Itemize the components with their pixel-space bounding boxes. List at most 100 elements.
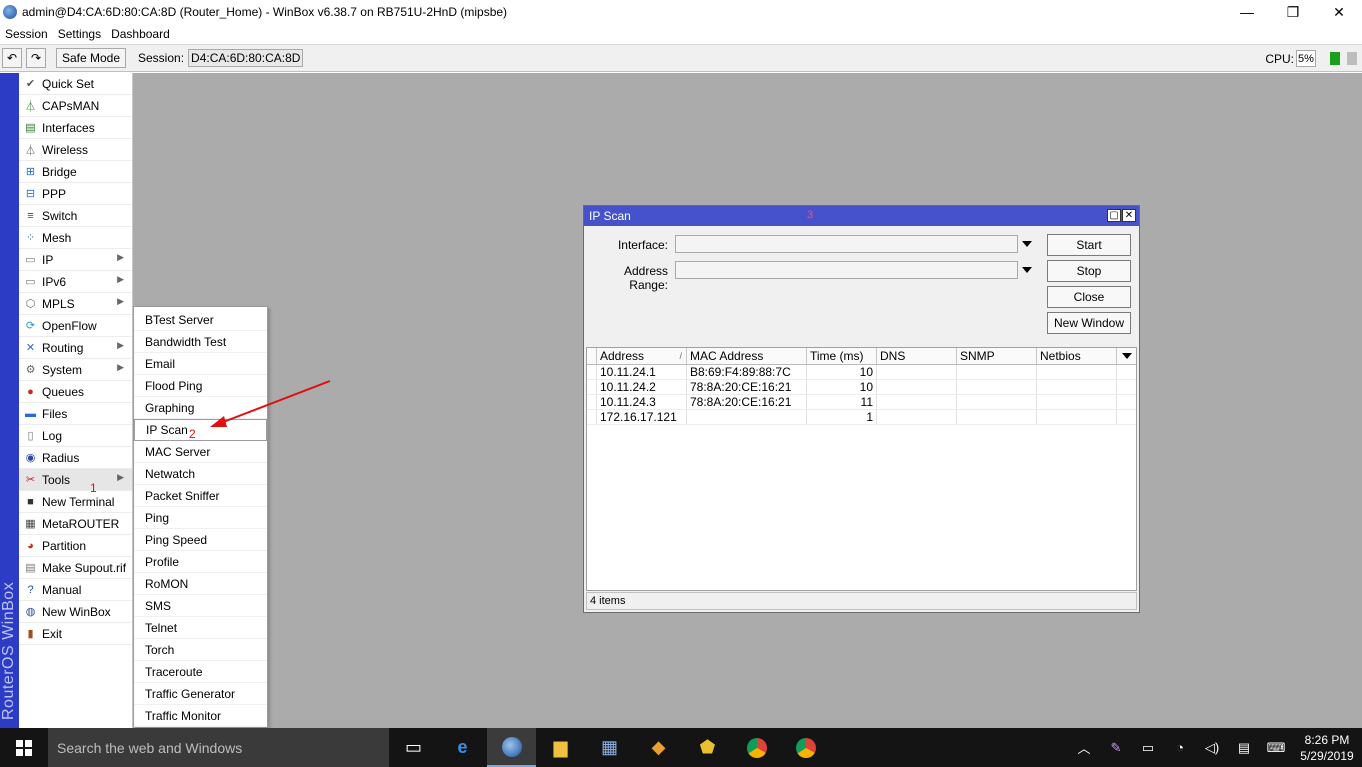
table-row[interactable]: 172.16.17.121 1: [587, 410, 1136, 425]
interface-select[interactable]: [675, 235, 1018, 253]
tools-menu-item-profile[interactable]: Profile: [134, 551, 267, 573]
volume-icon[interactable]: ◁): [1196, 740, 1228, 756]
sidebar-item-mpls[interactable]: ⬡ MPLS ▶: [19, 293, 132, 315]
wifi-icon[interactable]: ◔: [1164, 740, 1196, 755]
address-range-dropdown-icon[interactable]: [1022, 267, 1032, 273]
sidebar-item-exit[interactable]: ▮ Exit: [19, 623, 132, 645]
sidebar-item-metarouter[interactable]: ▦ MetaROUTER: [19, 513, 132, 535]
network-app-icon[interactable]: ▦: [585, 728, 634, 767]
sidebar-item-new-winbox[interactable]: ◍ New WinBox: [19, 601, 132, 623]
sidebar-item-partition[interactable]: ◕ Partition: [19, 535, 132, 557]
ip-scan-maximize-button[interactable]: ▢: [1107, 209, 1121, 222]
tools-menu-item-torch[interactable]: Torch: [134, 639, 267, 661]
tools-menu-item-romon[interactable]: RoMON: [134, 573, 267, 595]
new-window-button[interactable]: New Window: [1047, 312, 1131, 334]
menu-dashboard[interactable]: Dashboard: [106, 27, 175, 41]
sidebar-item-quick-set[interactable]: ✔ Quick Set: [19, 73, 132, 95]
file-explorer-icon[interactable]: ▆: [536, 728, 585, 767]
safe-mode-button[interactable]: Safe Mode: [56, 48, 126, 68]
notification-icon[interactable]: ▤: [1228, 740, 1260, 756]
sidebar-item-queues[interactable]: ● Queues: [19, 381, 132, 403]
sidebar-item-wireless[interactable]: ⏃ Wireless: [19, 139, 132, 161]
redo-button[interactable]: ↷: [26, 48, 46, 68]
col-address[interactable]: Address /: [597, 348, 687, 364]
table-row[interactable]: 10.11.24.3 78:8A:20:CE:16:21 11: [587, 395, 1136, 410]
tools-menu-item-sms[interactable]: SMS: [134, 595, 267, 617]
notes-app-icon[interactable]: ◆: [634, 728, 683, 767]
battery-icon[interactable]: ▭: [1132, 740, 1164, 756]
sidebar-item-bridge[interactable]: ⊞ Bridge: [19, 161, 132, 183]
brand-strip: RouterOS WinBox: [0, 73, 19, 728]
chevron-up-icon[interactable]: ︿: [1068, 738, 1100, 757]
pentagon-app-icon[interactable]: ⬟: [683, 728, 732, 767]
sidebar-item-label: Mesh: [42, 230, 72, 245]
sidebar-item-switch[interactable]: ≡ Switch: [19, 205, 132, 227]
sidebar-item-tools[interactable]: ✂ Tools ▶: [19, 469, 132, 491]
session-field[interactable]: D4:CA:6D:80:CA:8D: [188, 49, 304, 67]
sidebar-item-openflow[interactable]: ⟳ OpenFlow: [19, 315, 132, 337]
sidebar-item-radius[interactable]: ◉ Radius: [19, 447, 132, 469]
sidebar-item-routing[interactable]: ✕ Routing ▶: [19, 337, 132, 359]
col-mac-address[interactable]: MAC Address: [687, 348, 807, 364]
keyboard-icon[interactable]: ⌨: [1260, 740, 1292, 756]
menu-session[interactable]: Session: [0, 27, 53, 41]
pen-icon[interactable]: ✎: [1100, 740, 1132, 756]
col-dns[interactable]: DNS: [877, 348, 957, 364]
address-range-input[interactable]: [675, 261, 1018, 279]
col-time[interactable]: Time (ms): [807, 348, 877, 364]
sidebar-item-make-supout-rif[interactable]: ▤ Make Supout.rif: [19, 557, 132, 579]
tools-menu-item-traffic-monitor[interactable]: Traffic Monitor: [134, 705, 267, 727]
menu-settings[interactable]: Settings: [53, 27, 106, 41]
sidebar-item-ip[interactable]: ▭ IP ▶: [19, 249, 132, 271]
stop-button[interactable]: Stop: [1047, 260, 1131, 282]
sidebar-item-new-terminal[interactable]: ■ New Terminal: [19, 491, 132, 513]
maximize-button[interactable]: ❐: [1270, 0, 1316, 24]
clock[interactable]: 8:26 PM 5/29/2019: [1292, 732, 1362, 764]
sidebar-item-files[interactable]: ▬ Files: [19, 403, 132, 425]
table-row[interactable]: 10.11.24.2 78:8A:20:CE:16:21 10: [587, 380, 1136, 395]
minimize-button[interactable]: —: [1224, 0, 1270, 24]
col-netbios[interactable]: Netbios: [1037, 348, 1117, 364]
ip-scan-close-button[interactable]: ✕: [1122, 209, 1136, 222]
chrome-icon[interactable]: [732, 728, 781, 767]
edge-icon[interactable]: e: [438, 728, 487, 767]
interface-dropdown-icon[interactable]: [1022, 241, 1032, 247]
sidebar-item-ipv6[interactable]: ▭ IPv6 ▶: [19, 271, 132, 293]
task-view-icon[interactable]: ▭: [389, 728, 438, 767]
close-scan-button[interactable]: Close: [1047, 286, 1131, 308]
tools-menu-item-netwatch[interactable]: Netwatch: [134, 463, 267, 485]
sidebar-item-mesh[interactable]: ⁘ Mesh: [19, 227, 132, 249]
close-button[interactable]: ✕: [1316, 0, 1362, 24]
sidebar-item-capsman[interactable]: ⏃ CAPsMAN: [19, 95, 132, 117]
sidebar-item-log[interactable]: ▯ Log: [19, 425, 132, 447]
taskbar-search[interactable]: Search the web and Windows: [48, 728, 389, 767]
sidebar-item-system[interactable]: ⚙ System ▶: [19, 359, 132, 381]
sidebar-item-manual[interactable]: ? Manual: [19, 579, 132, 601]
start-button[interactable]: Start: [1047, 234, 1131, 256]
tools-menu-item-btest-server[interactable]: BTest Server: [134, 309, 267, 331]
sidebar-item-ppp[interactable]: ⊟ PPP: [19, 183, 132, 205]
sidebar-item-interfaces[interactable]: ▤ Interfaces: [19, 117, 132, 139]
ip-scan-titlebar[interactable]: IP Scan 3 ▢ ✕: [584, 206, 1139, 226]
row-selector: [587, 380, 597, 394]
files-icon: ▬: [25, 407, 36, 420]
table-body: 10.11.24.1 B8:69:F4:89:88:7C 10 10.11.24.2 7…: [587, 365, 1136, 425]
tools-menu-item-traceroute[interactable]: Traceroute: [134, 661, 267, 683]
undo-button[interactable]: ↶: [2, 48, 22, 68]
tools-menu-item-email[interactable]: Email: [134, 353, 267, 375]
column-menu-button[interactable]: [1117, 348, 1136, 364]
col-snmp[interactable]: SNMP: [957, 348, 1037, 364]
tools-menu-item-bandwidth-test[interactable]: Bandwidth Test: [134, 331, 267, 353]
tools-menu-item-telnet[interactable]: Telnet: [134, 617, 267, 639]
tools-menu-item-traffic-generator[interactable]: Traffic Generator: [134, 683, 267, 705]
sidebar-item-label: New Terminal: [42, 494, 115, 509]
chrome-profile-icon[interactable]: [781, 728, 830, 767]
start-button[interactable]: [0, 728, 48, 767]
winbox-taskbar-icon[interactable]: [487, 728, 536, 767]
tools-menu-item-mac-server[interactable]: MAC Server: [134, 441, 267, 463]
clock-date: 5/29/2019: [1300, 748, 1354, 763]
tools-menu-item-ping[interactable]: Ping: [134, 507, 267, 529]
table-row[interactable]: 10.11.24.1 B8:69:F4:89:88:7C 10: [587, 365, 1136, 380]
tools-menu-item-ping-speed[interactable]: Ping Speed: [134, 529, 267, 551]
tools-menu-item-packet-sniffer[interactable]: Packet Sniffer: [134, 485, 267, 507]
